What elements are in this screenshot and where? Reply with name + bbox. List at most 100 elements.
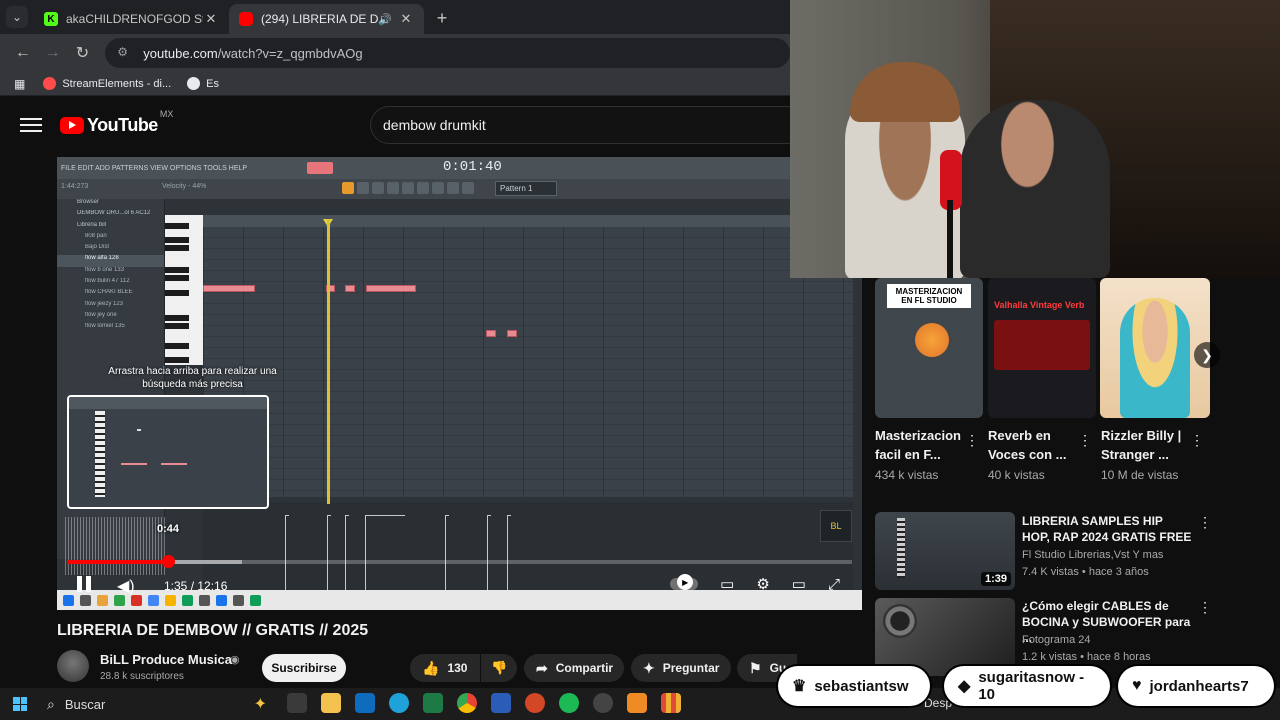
rec-more-icon[interactable]: ⋮ bbox=[1078, 432, 1092, 449]
edge-icon[interactable] bbox=[389, 693, 409, 713]
rec-title-1[interactable]: Masterizacion facil en F... bbox=[875, 426, 961, 464]
excel-icon[interactable] bbox=[423, 693, 443, 713]
list-more-icon[interactable]: ⋮ bbox=[1198, 514, 1212, 531]
dislike-button[interactable]: 👎 bbox=[481, 654, 517, 682]
bookmark-label: Es bbox=[206, 77, 220, 90]
close-tab-icon[interactable]: ✕ bbox=[203, 11, 219, 27]
ask-button[interactable]: ✦ Preguntar bbox=[631, 654, 731, 682]
search-input[interactable]: dembow drumkit bbox=[370, 106, 790, 144]
rec-thumbnail-1[interactable]: MASTERIZACION EN FL STUDIO bbox=[875, 278, 983, 418]
app-grid-icon[interactable] bbox=[661, 693, 681, 713]
gem-icon: ◆ bbox=[958, 678, 971, 695]
back-button[interactable]: ← bbox=[8, 38, 38, 68]
subscriber-count: 28.8 k suscriptores bbox=[100, 671, 184, 682]
alert-label: sebastiantsw bbox=[814, 677, 909, 695]
list-thumbnail-1[interactable]: 1:39 bbox=[875, 512, 1015, 590]
windows-start-icon[interactable] bbox=[13, 697, 27, 711]
alert-badge-3: ♥ jordanhearts7 bbox=[1118, 666, 1274, 706]
powerpoint-icon[interactable] bbox=[525, 693, 545, 713]
site-info-icon[interactable]: ⚙ bbox=[117, 45, 133, 61]
bookmark-icon: ⚑ bbox=[749, 659, 762, 676]
speaker-icon[interactable]: 🔊 bbox=[378, 13, 392, 26]
word-icon[interactable] bbox=[491, 693, 511, 713]
taskbar-apps bbox=[287, 693, 681, 713]
tab-kick-stream[interactable]: K akaCHILDRENOFGOD Stream ✕ bbox=[34, 4, 229, 34]
forward-button[interactable]: → bbox=[38, 38, 68, 68]
list-title-1[interactable]: LIBRERIA SAMPLES HIP HOP, RAP 2024 GRATI… bbox=[1022, 513, 1192, 545]
youtube-icon bbox=[239, 12, 253, 26]
player-right-controls: ▭ ⚙ ▭ ⤢ bbox=[670, 574, 840, 593]
volume-icon[interactable]: ◀) bbox=[117, 576, 135, 596]
taskbar-search[interactable]: ⌕ Buscar ✦ bbox=[47, 694, 267, 714]
webcam-mic-arm bbox=[947, 200, 953, 278]
settings-gear-icon[interactable]: ⚙ bbox=[756, 575, 769, 593]
spotify-icon[interactable] bbox=[559, 693, 579, 713]
list-more-icon[interactable]: ⋮ bbox=[1198, 599, 1212, 616]
rec-more-icon[interactable]: ⋮ bbox=[965, 432, 979, 449]
task-view-icon[interactable] bbox=[287, 693, 307, 713]
storyboard-waveform bbox=[65, 517, 165, 575]
share-button[interactable]: ➦ Compartir bbox=[524, 654, 624, 682]
shelf-next-arrow-icon[interactable]: ❯ bbox=[1194, 342, 1220, 368]
subscribe-button[interactable]: Suscribirse bbox=[262, 654, 346, 682]
screen: ⌄ K akaCHILDRENOFGOD Stream ✕ (294) LIBR… bbox=[0, 0, 1280, 720]
reload-button[interactable]: ↻ bbox=[68, 38, 98, 68]
pause-button[interactable] bbox=[77, 576, 93, 594]
list-channel-1[interactable]: Fl Studio Librerias,Vst Y mas bbox=[1022, 549, 1163, 561]
channel-avatar[interactable] bbox=[57, 650, 89, 682]
rec-title-2[interactable]: Reverb en Voces con ... bbox=[988, 426, 1073, 464]
taskbar-search-label: Buscar bbox=[64, 696, 106, 712]
bookmark-streamelements[interactable]: StreamElements - di... bbox=[43, 77, 171, 90]
video-player[interactable]: FILE EDIT ADD PATTERNS VIEW OPTIONS TOOL… bbox=[57, 157, 862, 610]
fl-studio-icon[interactable] bbox=[627, 693, 647, 713]
tab-search-icon[interactable]: ⌄ bbox=[6, 6, 28, 28]
rec-title-3[interactable]: Rizzler Billy | Stranger ... bbox=[1101, 426, 1196, 464]
chrome-icon[interactable] bbox=[457, 693, 477, 713]
video-title: LIBRERIA DE DEMBOW // GRATIS // 2025 bbox=[57, 622, 369, 639]
fl-browser-row: flow bulin 47 112 bbox=[85, 278, 130, 285]
fl-pattern-selector: Pattern 1 bbox=[495, 181, 557, 196]
close-tab-icon[interactable]: ✕ bbox=[398, 11, 414, 27]
obs-icon[interactable] bbox=[593, 693, 613, 713]
ask-label: Preguntar bbox=[662, 661, 720, 675]
alert-badge-2: ◆ sugaritasnow - 10 bbox=[944, 666, 1110, 706]
fullscreen-icon[interactable]: ⤢ bbox=[828, 576, 840, 593]
scrubber-handle[interactable] bbox=[162, 555, 176, 568]
list-channel-2[interactable]: Fotograma 24 bbox=[1022, 634, 1090, 646]
youtube-logo[interactable]: YouTube MX bbox=[60, 109, 173, 136]
time-display: 1:35 / 12:16 bbox=[164, 579, 228, 593]
apps-grid-icon[interactable]: ▦ bbox=[14, 77, 25, 91]
fl-browser-row: flow jeezy 123 bbox=[85, 300, 124, 307]
webcam-overlay bbox=[790, 0, 1280, 278]
file-explorer-icon[interactable] bbox=[321, 693, 341, 713]
autoplay-toggle[interactable] bbox=[670, 574, 699, 590]
like-count: 130 bbox=[447, 661, 468, 675]
fl-velocity: Velocity - 44% bbox=[162, 183, 207, 190]
captions-icon[interactable]: ▭ bbox=[720, 575, 734, 593]
fl-menus: FILE EDIT ADD PATTERNS VIEW OPTIONS TOOL… bbox=[61, 164, 248, 172]
list-thumbnail-2[interactable] bbox=[875, 598, 1015, 676]
seek-preview-thumbnail bbox=[67, 395, 269, 509]
fl-toolbar: 1:44:273 Velocity - 44% Pattern 1 bbox=[57, 179, 862, 199]
channel-name[interactable]: BiLL Produce Musica bbox=[100, 652, 232, 667]
rec-thumbnail-3[interactable] bbox=[1100, 278, 1210, 418]
rec-views-1: 434 k vistas bbox=[875, 468, 939, 482]
menu-icon[interactable] bbox=[20, 118, 42, 132]
address-bar[interactable]: ⚙ youtube.com/watch?v=z_qgmbdvAOg bbox=[105, 38, 790, 68]
tab-youtube[interactable]: (294) LIBRERIA DE DEMBOW 🔊 ✕ bbox=[229, 4, 424, 34]
rec-more-icon[interactable]: ⋮ bbox=[1190, 432, 1204, 449]
rec-thumbnail-2[interactable]: Valhalla Vintage Verb bbox=[988, 278, 1096, 418]
fl-tempo bbox=[307, 162, 333, 174]
bookmark-es[interactable]: Es bbox=[187, 77, 219, 90]
fl-browser-row: flow lomiel 135 bbox=[85, 323, 125, 330]
youtube-play-icon bbox=[60, 116, 84, 134]
youtube-wordmark: YouTube bbox=[87, 114, 158, 135]
new-tab-button[interactable]: + bbox=[428, 4, 456, 32]
theater-mode-icon[interactable]: ▭ bbox=[792, 575, 806, 593]
outlook-icon[interactable] bbox=[355, 693, 375, 713]
thumb-fl-grid bbox=[897, 518, 905, 578]
plugin-panel bbox=[994, 320, 1090, 370]
like-button[interactable]: 👍 130 bbox=[410, 654, 480, 682]
fl-browser-row: flow b one 133 bbox=[85, 266, 125, 273]
rec-thumb-caption: MASTERIZACION EN FL STUDIO bbox=[887, 284, 971, 308]
